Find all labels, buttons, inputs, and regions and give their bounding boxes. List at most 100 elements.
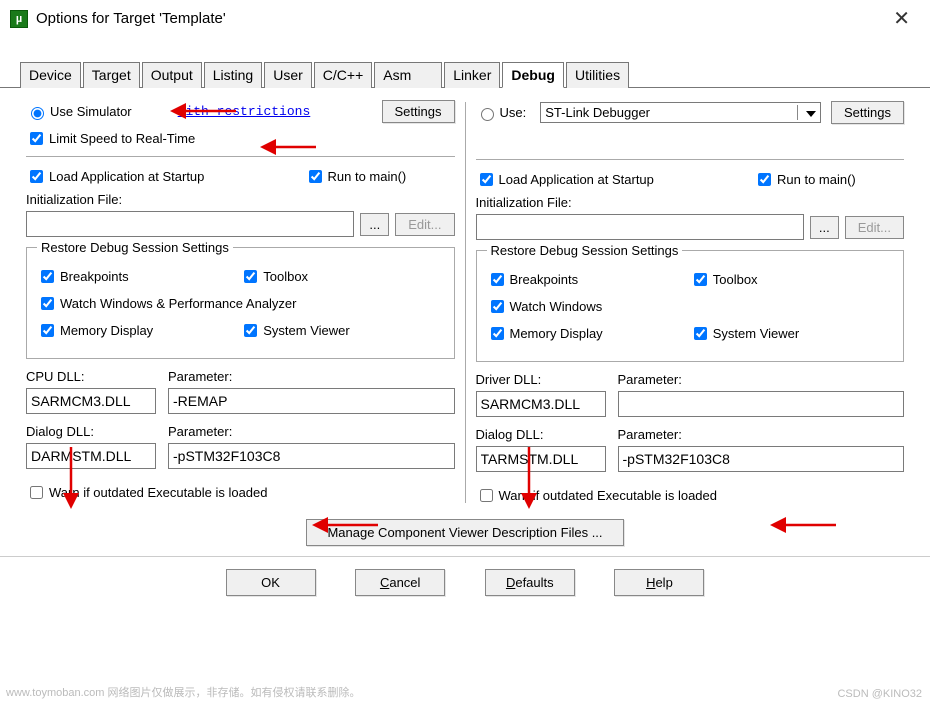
dbg-dialog-dll-input[interactable] — [476, 446, 606, 472]
dbg-toolbox-checkbox[interactable] — [694, 273, 707, 286]
dbg-warn-label: Warn if outdated Executable is loaded — [499, 488, 718, 503]
target-debug-column: Use: ST-Link Debugger Settings Load Appl… — [470, 98, 911, 507]
sim-warn-checkbox[interactable] — [30, 486, 43, 499]
sim-dialog-param-label: Parameter: — [168, 424, 455, 439]
cpu-dll-input[interactable] — [26, 388, 156, 414]
sim-sysview-checkbox[interactable] — [244, 324, 257, 337]
sim-run-main-label: Run to main() — [328, 169, 407, 184]
simulator-column: Use Simulator with restrictions Settings… — [20, 98, 461, 507]
sim-init-file-input[interactable] — [26, 211, 354, 237]
dbg-browse-button[interactable]: ... — [810, 216, 839, 239]
window-title: Options for Target 'Template' — [36, 10, 887, 27]
chevron-down-icon — [806, 111, 816, 117]
manage-row: Manage Component Viewer Description File… — [0, 513, 930, 556]
cpu-dll-label: CPU DLL: — [26, 369, 156, 384]
title-bar: µ Options for Target 'Template' ✕ — [0, 0, 930, 33]
limit-speed-label: Limit Speed to Real-Time — [49, 131, 195, 146]
tab-strip: Device Target Output Listing User C/C++ … — [0, 33, 930, 88]
sim-toolbox-label: Toolbox — [263, 269, 308, 284]
sim-browse-button[interactable]: ... — [360, 213, 389, 236]
sim-load-app-label: Load Application at Startup — [49, 169, 204, 184]
tab-listing[interactable]: Listing — [204, 62, 262, 88]
use-simulator-radio[interactable] — [31, 107, 44, 120]
tab-linker[interactable]: Linker — [444, 62, 500, 88]
sim-load-app-checkbox[interactable] — [30, 170, 43, 183]
dbg-dialog-param-label: Parameter: — [618, 427, 905, 442]
watermark-left: www.toymoban.com 网络图片仅做展示，非存储。如有侵权请联系删除。 — [6, 684, 360, 700]
sim-warn-label: Warn if outdated Executable is loaded — [49, 485, 268, 500]
dbg-dll-grid: Driver DLL: Parameter: Dialog DLL: Param… — [476, 372, 905, 472]
dbg-watch-label: Watch Windows — [510, 299, 603, 314]
dbg-run-main-checkbox[interactable] — [758, 173, 771, 186]
tab-asm[interactable]: Asm — [374, 62, 442, 88]
dbg-init-file-input[interactable] — [476, 214, 804, 240]
sim-breakpoints-checkbox[interactable] — [41, 270, 54, 283]
dbg-sysview-label: System Viewer — [713, 326, 799, 341]
dbg-memdisp-label: Memory Display — [510, 326, 603, 341]
dbg-watch-checkbox[interactable] — [491, 300, 504, 313]
dbg-memdisp-checkbox[interactable] — [491, 327, 504, 340]
ok-button[interactable]: OK — [226, 569, 316, 596]
sim-memdisp-label: Memory Display — [60, 323, 153, 338]
dbg-breakpoints-checkbox[interactable] — [491, 273, 504, 286]
dbg-restore-legend: Restore Debug Session Settings — [487, 243, 683, 258]
dbg-dialog-param-input[interactable] — [618, 446, 905, 472]
tab-output[interactable]: Output — [142, 62, 202, 88]
help-button[interactable]: Help — [614, 569, 704, 596]
driver-dll-input[interactable] — [476, 391, 606, 417]
cpu-param-label: Parameter: — [168, 369, 455, 384]
driver-param-input[interactable] — [618, 391, 905, 417]
dbg-sysview-checkbox[interactable] — [694, 327, 707, 340]
dbg-run-main-label: Run to main() — [777, 172, 856, 187]
tab-device[interactable]: Device — [20, 62, 81, 88]
dbg-settings-button[interactable]: Settings — [831, 101, 904, 124]
manage-cvd-button[interactable]: Manage Component Viewer Description File… — [306, 519, 623, 546]
use-simulator-label: Use Simulator — [50, 104, 132, 119]
dbg-init-file-label: Initialization File: — [476, 195, 905, 210]
sim-init-file-label: Initialization File: — [26, 192, 455, 207]
use-debugger-radio[interactable] — [481, 108, 494, 121]
sim-edit-button[interactable]: Edit... — [395, 213, 454, 236]
restrictions-link[interactable]: with restrictions — [178, 104, 311, 119]
use-debugger-label: Use: — [500, 105, 527, 120]
sim-memdisp-checkbox[interactable] — [41, 324, 54, 337]
dbg-load-app-label: Load Application at Startup — [499, 172, 654, 187]
dbg-toolbox-label: Toolbox — [713, 272, 758, 287]
tab-user[interactable]: User — [264, 62, 312, 88]
limit-speed-checkbox[interactable] — [30, 132, 43, 145]
sim-dll-grid: CPU DLL: Parameter: Dialog DLL: Paramete… — [26, 369, 455, 469]
sim-dialog-dll-input[interactable] — [26, 443, 156, 469]
debug-panel: Use Simulator with restrictions Settings… — [0, 88, 930, 513]
dbg-load-app-checkbox[interactable] — [480, 173, 493, 186]
sim-restore-fieldset: Restore Debug Session Settings Breakpoin… — [26, 247, 455, 359]
sim-breakpoints-label: Breakpoints — [60, 269, 129, 284]
sim-run-main-checkbox[interactable] — [309, 170, 322, 183]
driver-param-label: Parameter: — [618, 372, 905, 387]
tab-debug[interactable]: Debug — [502, 62, 564, 88]
debugger-select-value: ST-Link Debugger — [545, 105, 650, 120]
sim-restore-legend: Restore Debug Session Settings — [37, 240, 233, 255]
sim-toolbox-checkbox[interactable] — [244, 270, 257, 283]
tab-utilities[interactable]: Utilities — [566, 62, 629, 88]
driver-dll-label: Driver DLL: — [476, 372, 606, 387]
watermark-right: CSDN @KINO32 — [837, 688, 922, 700]
sim-settings-button[interactable]: Settings — [382, 100, 455, 123]
debugger-select[interactable]: ST-Link Debugger — [540, 102, 821, 123]
dbg-breakpoints-label: Breakpoints — [510, 272, 579, 287]
defaults-button[interactable]: Defaults — [485, 569, 575, 596]
tab-target[interactable]: Target — [83, 62, 140, 88]
tab-c-cpp[interactable]: C/C++ — [314, 62, 372, 88]
app-icon: µ — [10, 10, 28, 28]
close-button[interactable]: ✕ — [887, 6, 916, 31]
dbg-edit-button[interactable]: Edit... — [845, 216, 904, 239]
sim-watch-checkbox[interactable] — [41, 297, 54, 310]
dialog-button-bar: OK Cancel Defaults Help — [0, 556, 930, 608]
sim-dialog-param-input[interactable] — [168, 443, 455, 469]
sim-dialog-dll-label: Dialog DLL: — [26, 424, 156, 439]
cancel-button[interactable]: Cancel — [355, 569, 445, 596]
sim-watch-label: Watch Windows & Performance Analyzer — [60, 296, 297, 311]
sim-sysview-label: System Viewer — [263, 323, 349, 338]
dbg-restore-fieldset: Restore Debug Session Settings Breakpoin… — [476, 250, 905, 362]
dbg-warn-checkbox[interactable] — [480, 489, 493, 502]
cpu-param-input[interactable] — [168, 388, 455, 414]
